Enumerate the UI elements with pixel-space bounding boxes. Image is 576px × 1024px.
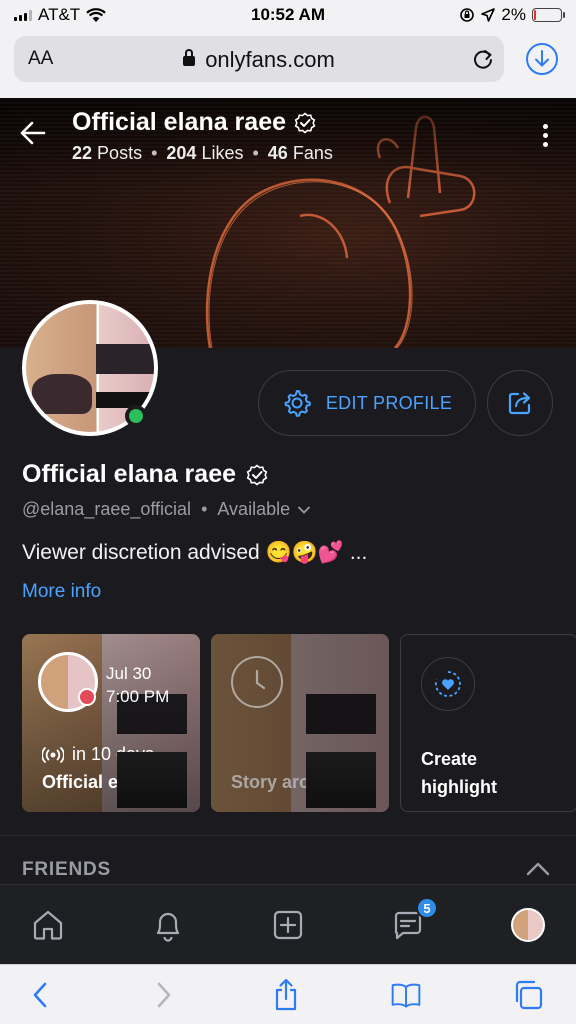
edit-profile-label: EDIT PROFILE [325,392,453,413]
calendar-badge-icon [78,688,96,706]
browser-tabs-button[interactable] [512,979,544,1011]
fans-count: 46 [267,143,288,163]
nav-avatar [511,908,545,942]
book-icon [391,983,421,1008]
stats-separator: • [151,143,158,163]
browser-toolbar [0,964,576,1024]
reload-icon[interactable] [472,47,494,71]
profile-name: Official elana raee [22,460,268,489]
stats-separator: • [252,143,259,163]
handle-line: @elana_raee_official • Available [22,499,311,520]
browser-bookmarks-button[interactable] [390,979,422,1011]
likes-label: Likes [201,143,244,163]
highlight-scheduled-stream[interactable]: Jul 30 7:00 PM in 10 days Official el... [22,634,200,812]
friends-section-title: FRIENDS [22,859,111,880]
download-icon [535,50,549,67]
heart-circle-icon [435,671,461,697]
lock-icon [183,49,196,66]
availability-label: Available [217,499,291,519]
chevron-right-icon [157,982,171,1008]
battery-percent: 2% [501,5,526,24]
gear-icon [284,390,311,417]
browser-share-button[interactable] [270,978,302,1011]
section-divider [0,835,576,836]
status-bar: AT&T 10:52 AM 2% [0,0,576,30]
stream-date: Jul 30 [106,664,152,683]
nav-profile[interactable] [508,905,548,945]
profile-name-text: Official elana raee [22,460,237,488]
stream-countdown: in 10 days [72,744,155,764]
nav-messages[interactable]: 5 [388,897,438,945]
fans-label: Fans [292,143,333,163]
edit-profile-button[interactable]: EDIT PROFILE [258,370,476,436]
browser-top-bar: AA onlyfans.com [0,30,576,98]
nav-notifications[interactable] [148,905,188,945]
likes-count: 204 [166,143,197,163]
more-info-link[interactable]: More info [22,581,101,603]
create-highlight-button[interactable]: Create highlight [400,634,576,812]
downloads-button[interactable] [526,43,558,75]
create-label-line2: highlight [421,777,497,797]
nav-home[interactable] [28,905,68,945]
verified-icon [294,111,316,134]
stream-time: 7:00 PM [106,687,170,706]
posts-label: Posts [97,143,143,163]
history-clock-icon [231,656,283,708]
chevron-left-icon [33,982,47,1008]
more-options-icon[interactable] [543,124,548,151]
verified-icon [246,463,268,486]
chevron-up-icon[interactable] [526,862,550,876]
online-indicator [125,405,147,427]
share-profile-button[interactable] [487,370,553,436]
highlight-title: Official el... [42,772,139,792]
header-stats: 22 Posts • 204 Likes • 46 Fans [72,143,333,164]
orientation-lock-icon [460,8,475,22]
nav-add-post[interactable] [268,905,308,945]
add-square-icon [273,910,303,940]
header-title: Official elana raee [72,108,316,137]
posts-count: 22 [72,143,93,163]
highlight-story-archive[interactable]: Story archive [211,634,389,812]
story-archive-label: Story archive [231,772,346,792]
bio-text: Viewer discretion advised 😋🤪💕 ... [22,541,368,564]
live-broadcast-icon [42,746,64,763]
handle-separator: • [201,499,208,519]
create-label-line1: Create [421,749,478,769]
address-bar[interactable]: AA onlyfans.com [14,36,504,82]
browser-forward-button[interactable] [148,979,180,1011]
username: @elana_raee_official [22,499,192,519]
home-icon [33,910,63,940]
tabs-icon [515,980,543,1010]
browser-back-button[interactable] [24,979,56,1011]
back-arrow-icon[interactable] [20,120,46,146]
messages-badge: 5 [416,897,438,919]
chevron-down-icon [298,506,311,514]
share-icon [275,978,297,1011]
location-icon [481,8,496,22]
app-bottom-nav: 5 [0,884,576,964]
battery-icon [532,8,565,22]
availability-dropdown[interactable]: Available [217,499,311,520]
bell-icon [156,912,180,942]
header-name: Official elana raee [72,108,287,136]
url-text: onlyfans.com [205,47,335,72]
verified-icon [148,772,168,793]
share-icon [508,392,531,415]
